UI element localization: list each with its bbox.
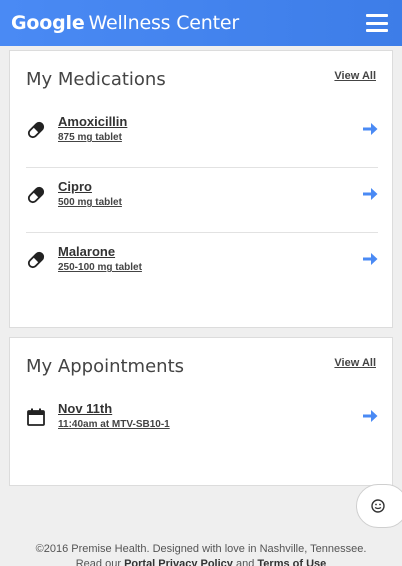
medication-name: Malarone [58, 244, 116, 259]
medications-card: My Medications View All Amoxicillin 875 … [9, 50, 393, 328]
medications-view-all-link[interactable]: View All [334, 70, 376, 82]
medication-item-cipro[interactable]: Cipro 500 mg tablet [26, 168, 378, 233]
smiley-face-icon [371, 499, 385, 513]
appointment-time-location: 11:40am at MTV-SB10-1 [58, 419, 170, 430]
footer: ©2016 Premise Health. Designed with love… [0, 542, 402, 566]
medication-item-malarone[interactable]: Malarone 250-100 mg tablet [26, 233, 378, 298]
appointment-date: Nov 11th [58, 401, 113, 416]
calendar-icon [27, 408, 45, 426]
footer-copyright: ©2016 Premise Health. Designed with love… [35, 543, 367, 555]
terms-of-use-link[interactable]: Terms of Use [257, 558, 326, 566]
medications-title: My Medications [26, 69, 166, 90]
pill-icon [27, 186, 45, 204]
medication-name: Amoxicillin [58, 114, 128, 129]
medication-name: Cipro [58, 179, 92, 194]
app-header: Google Wellness Center [0, 0, 402, 46]
appointments-view-all-link[interactable]: View All [334, 357, 376, 369]
brand-google: Google [11, 12, 85, 34]
appointment-item[interactable]: Nov 11th 11:40am at MTV-SB10-1 [26, 390, 378, 455]
pill-icon [27, 251, 45, 269]
footer-read-our: Read our [75, 558, 121, 566]
medication-dosage: 500 mg tablet [58, 197, 122, 208]
medication-dosage: 875 mg tablet [58, 132, 122, 143]
arrow-right-icon[interactable] [362, 408, 378, 424]
arrow-right-icon[interactable] [362, 186, 378, 202]
feedback-button[interactable] [356, 484, 402, 528]
medication-dosage: 250-100 mg tablet [58, 262, 142, 273]
privacy-policy-link[interactable]: Portal Privacy Policy [124, 558, 233, 566]
medication-item-amoxicillin[interactable]: Amoxicillin 875 mg tablet [26, 103, 378, 168]
brand-name: Wellness Center [88, 12, 240, 34]
pill-icon [27, 121, 45, 139]
appointments-card: My Appointments View All Nov 11th 11:40a… [9, 337, 393, 486]
footer-links: Read our Portal Privacy Policy and Terms… [0, 557, 402, 566]
arrow-right-icon[interactable] [362, 251, 378, 267]
footer-and: and [235, 558, 255, 566]
arrow-right-icon[interactable] [362, 121, 378, 137]
hamburger-menu-icon[interactable] [366, 14, 388, 32]
appointments-title: My Appointments [26, 356, 185, 377]
brand-logo: Google Wellness Center [11, 12, 239, 34]
